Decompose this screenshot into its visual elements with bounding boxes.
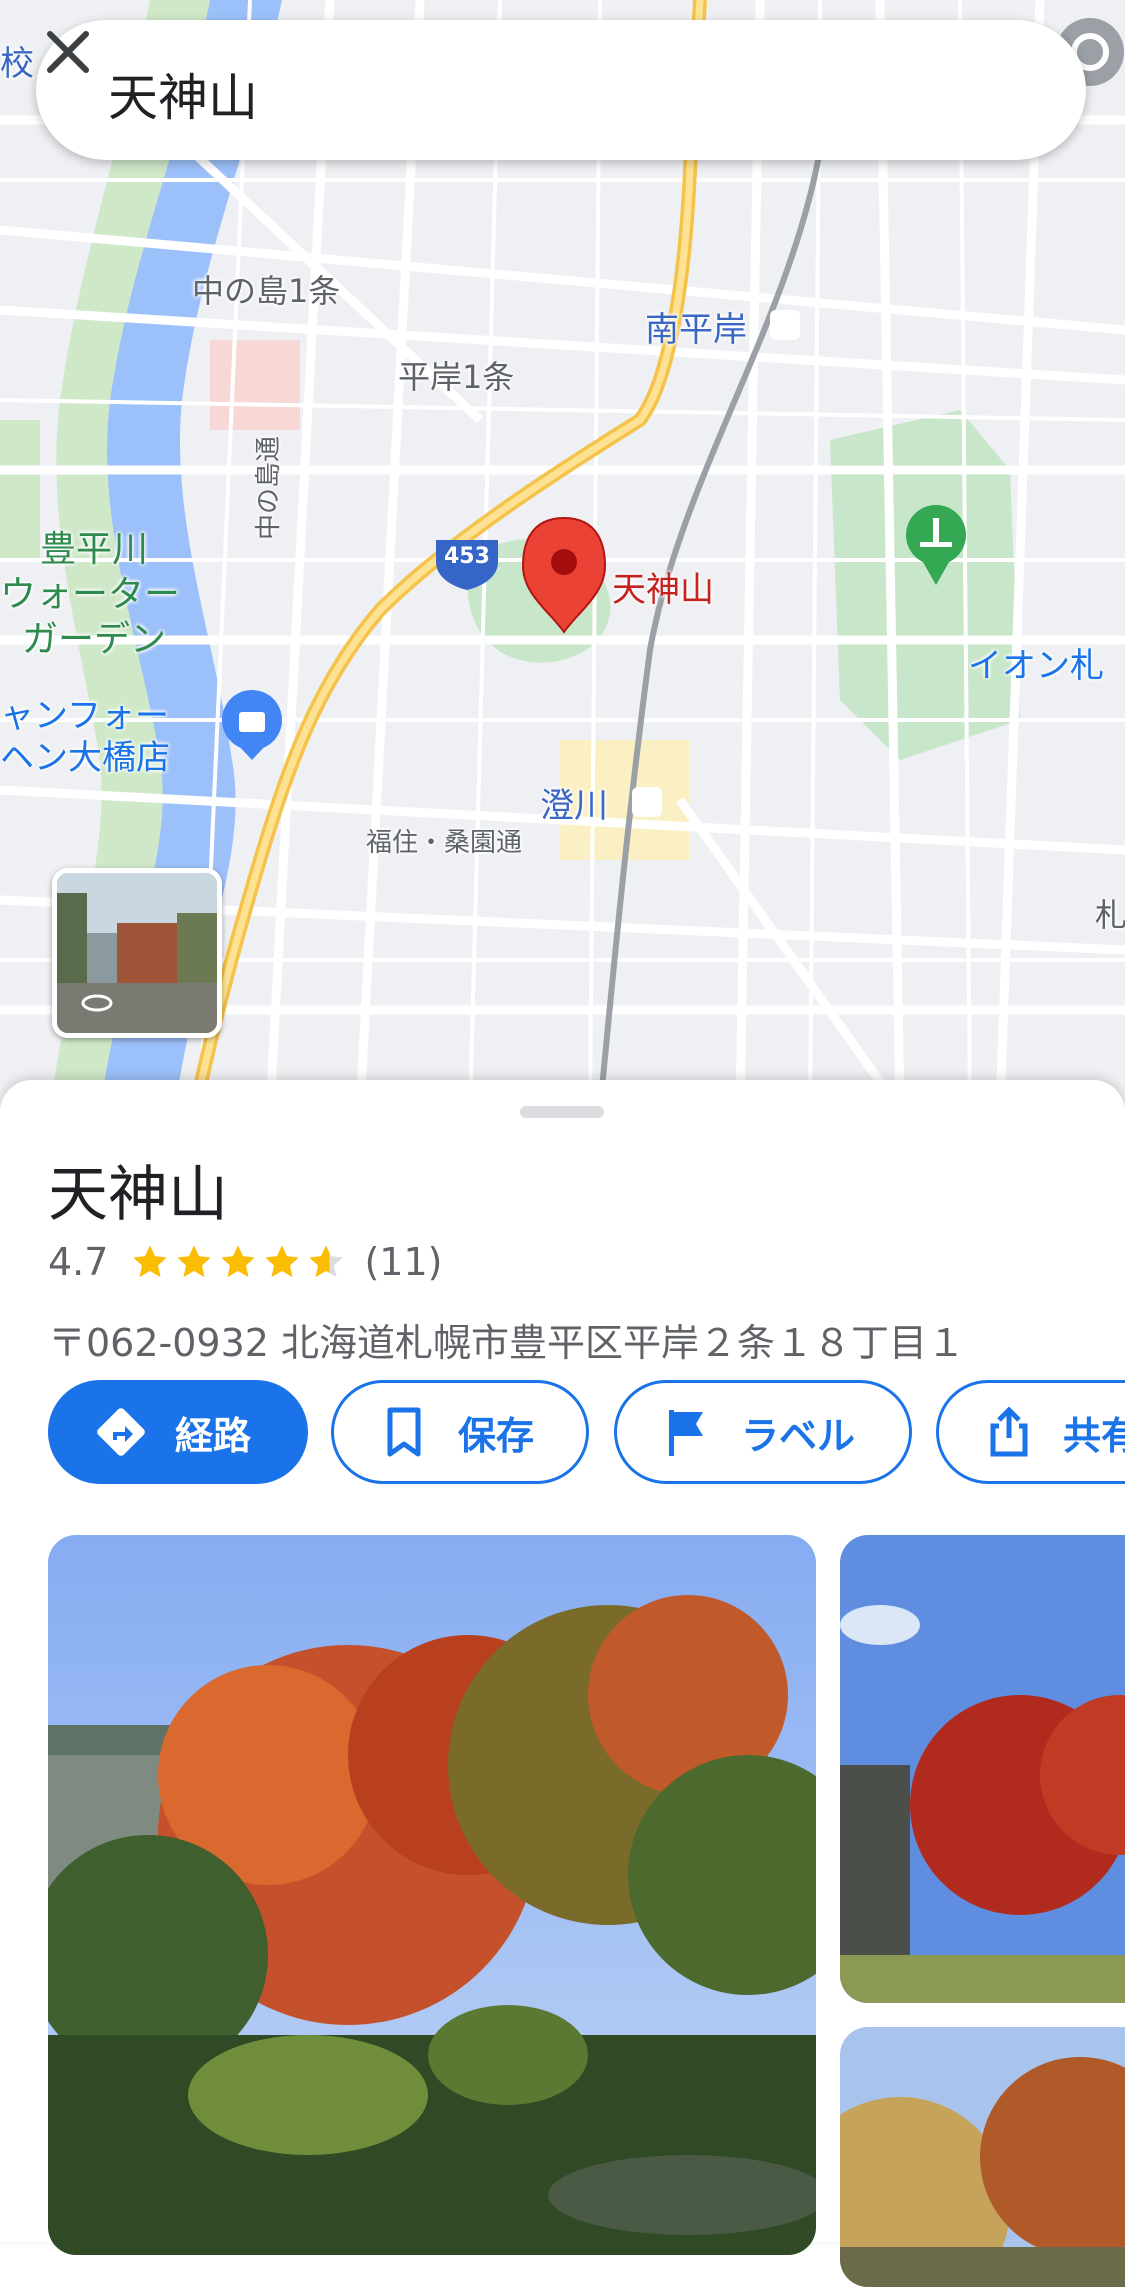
map-label-fukuzumi-dori: 福住・桑園通	[366, 828, 523, 858]
street-view-thumbnail[interactable]	[52, 868, 222, 1038]
share-label: 共有	[1063, 1413, 1125, 1458]
directions-label: 経路	[175, 1413, 252, 1458]
map-label-sumikawa[interactable]: 澄川	[540, 778, 608, 827]
rating-row[interactable]: 4.7 (11)	[48, 1238, 442, 1286]
map-label-nakanoshima: 中の島1条	[192, 272, 341, 310]
search-input[interactable]: 天神山	[108, 58, 258, 130]
save-button[interactable]: 保存	[331, 1380, 589, 1484]
map-label-aeon[interactable]: イオン札	[968, 638, 1104, 687]
star-icon	[177, 1245, 212, 1278]
rating-stars	[130, 1242, 350, 1282]
map-label-nakanoshima-dori: 中の島通	[254, 435, 284, 540]
label-label: ラベル	[741, 1413, 856, 1458]
map-label-pin[interactable]: 天神山	[612, 562, 714, 611]
bookmark-icon	[387, 1407, 421, 1457]
star-icon	[221, 1245, 256, 1278]
directions-icon	[97, 1408, 145, 1456]
place-details-sheet: 天神山 4.7 (11) 〒062-0932 北海道札幌市豊平区平岸２条１８丁目…	[0, 1080, 1125, 2287]
drag-handle[interactable]	[520, 1106, 604, 1118]
route-number: 453	[444, 544, 490, 569]
share-button[interactable]: 共有	[936, 1380, 1125, 1484]
search-bar[interactable]: 天神山	[36, 20, 1086, 160]
place-photo-main[interactable]	[48, 1535, 816, 2255]
map-label-minami-hiragishi[interactable]: 南平岸	[645, 302, 747, 351]
flag-icon	[669, 1410, 703, 1456]
address[interactable]: 〒062-0932 北海道札幌市豊平区平岸２条１８丁目１	[48, 1312, 965, 1367]
map-label-right-edge: 札	[1095, 896, 1125, 934]
map-label-school: 校	[0, 44, 34, 84]
star-icon	[265, 1245, 300, 1278]
star-icon	[133, 1245, 168, 1278]
action-buttons-row: 経路 保存 ラベル 共有	[48, 1380, 1125, 1488]
place-photo-3[interactable]	[840, 2027, 1125, 2287]
place-photo-2[interactable]	[840, 1535, 1125, 2003]
share-icon	[990, 1406, 1028, 1457]
directions-button[interactable]: 経路	[48, 1380, 308, 1484]
rating-value: 4.7	[48, 1240, 109, 1284]
map-label-toyohira-3: ガーデン	[22, 619, 167, 660]
label-button[interactable]: ラベル	[614, 1380, 912, 1484]
close-icon[interactable]	[36, 20, 100, 84]
save-label: 保存	[458, 1413, 535, 1458]
review-count[interactable]: (11)	[364, 1240, 442, 1284]
map-label-shop-2[interactable]: ヘン大橋店	[0, 730, 170, 779]
map-label-hiragishi: 平岸1条	[398, 358, 515, 396]
half-star-icon	[309, 1245, 344, 1278]
place-title: 天神山	[48, 1160, 228, 1230]
map-view[interactable]: 校 中の島1条 南平岸 平岸1条 豊平川 ウォーター ガーデン 中の島通 453…	[0, 0, 1125, 1110]
